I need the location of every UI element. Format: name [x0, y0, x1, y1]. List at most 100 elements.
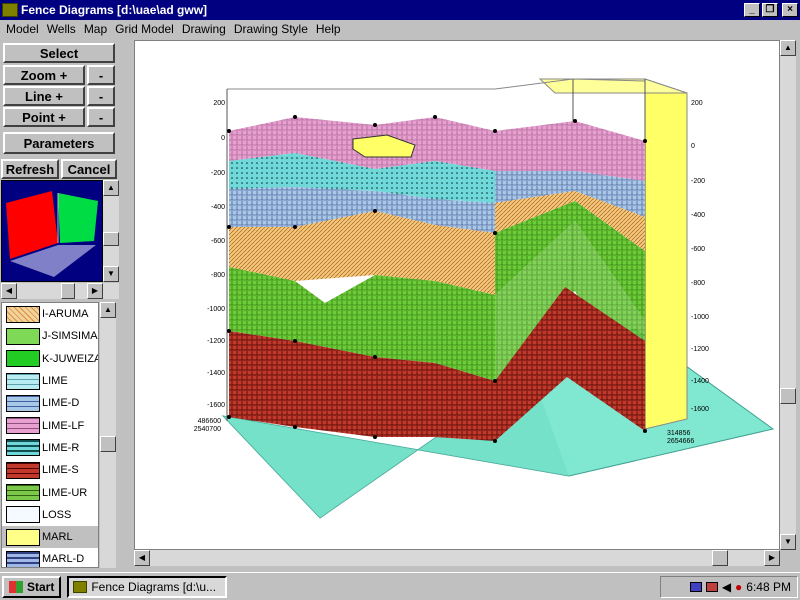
close-button[interactable]: ×: [782, 3, 798, 17]
scroll-thumb[interactable]: [100, 436, 116, 452]
right-depth-label: -400: [691, 212, 705, 219]
left-depth-label: 200: [213, 100, 225, 107]
taskbar: Start Fence Diagrams [d:\u... ◀ ● 6:48 P…: [0, 572, 800, 600]
scroll-up-icon[interactable]: ▲: [780, 40, 796, 56]
swatch-icon: [6, 439, 40, 457]
canvas-vertical-scrollbar[interactable]: ▲ ▼: [780, 40, 796, 550]
line-plus-button[interactable]: Line +: [3, 86, 85, 106]
scroll-right-icon[interactable]: ▶: [87, 283, 103, 299]
menu-drawing[interactable]: Drawing: [182, 22, 226, 36]
menu-wells[interactable]: Wells: [47, 22, 76, 36]
left-depth-label: -400: [211, 204, 225, 211]
preview-vertical-scrollbar[interactable]: ▲ ▼: [103, 180, 119, 282]
left-depth-label: -600: [211, 238, 225, 245]
corner-coordinate-right: 2654666: [667, 438, 694, 445]
network-icon[interactable]: [705, 582, 718, 592]
zoom-minus-button[interactable]: -: [87, 65, 115, 85]
corner-coordinate-left: 2540700: [194, 426, 221, 433]
system-tray: ◀ ● 6:48 PM: [660, 576, 798, 598]
app-icon: [73, 580, 88, 593]
point-minus-button[interactable]: -: [87, 107, 115, 127]
preview-horizontal-scrollbar[interactable]: ◀ ▶: [1, 283, 119, 299]
fence-diagram: 200 0 -200 -400 -600 -800 -1000 -1200 -1…: [194, 78, 775, 519]
swatch-icon: [6, 327, 40, 345]
swatch-icon: [6, 372, 40, 390]
scroll-left-icon[interactable]: ◀: [134, 550, 150, 566]
taskbar-task-fence-diagrams[interactable]: Fence Diagrams [d:\u...: [67, 575, 228, 598]
scroll-left-icon[interactable]: ◀: [1, 283, 17, 299]
clock[interactable]: 6:48 PM: [746, 580, 791, 594]
legend-item[interactable]: LOSS: [2, 504, 98, 526]
right-depth-label: -1000: [691, 314, 709, 321]
legend-item[interactable]: LIME: [2, 370, 98, 392]
legend-item-selected[interactable]: MARL: [2, 525, 98, 549]
canvas-horizontal-scrollbar[interactable]: ◀ ▶: [134, 550, 780, 566]
line-minus-button[interactable]: -: [87, 86, 115, 106]
scroll-thumb[interactable]: [61, 283, 75, 299]
legend-item[interactable]: MARL-D: [2, 548, 98, 567]
left-depth-label: -1000: [207, 306, 225, 313]
right-depth-label: -1200: [691, 346, 709, 353]
title-bar: Fence Diagrams [d:\uae\ad gww] _ ❐ ×: [0, 0, 800, 20]
scroll-down-icon[interactable]: ▼: [103, 266, 119, 282]
legend-item[interactable]: J-SIMSIMA: [2, 325, 98, 347]
legend-item[interactable]: K-JUWEIZA: [2, 348, 98, 370]
legend-item[interactable]: LIME-S: [2, 459, 98, 481]
swatch-icon: [6, 461, 40, 479]
scroll-thumb[interactable]: [103, 232, 119, 246]
scroll-down-icon[interactable]: ▼: [780, 534, 796, 550]
scroll-right-icon[interactable]: ▶: [764, 550, 780, 566]
legend-item[interactable]: LIME-LF: [2, 414, 98, 436]
app-icon[interactable]: [2, 3, 18, 17]
cancel-button[interactable]: Cancel: [61, 159, 117, 179]
left-depth-label: 0: [221, 135, 225, 142]
select-button[interactable]: Select: [3, 43, 115, 63]
left-depth-label: -1600: [207, 402, 225, 409]
volume-icon[interactable]: ◀: [722, 580, 731, 594]
menu-bar: Model Wells Map Grid Model Drawing Drawi…: [0, 20, 800, 38]
menu-model[interactable]: Model: [6, 22, 39, 36]
point-plus-button[interactable]: Point +: [3, 107, 85, 127]
parameters-button[interactable]: Parameters: [3, 132, 115, 154]
legend-item[interactable]: LIME-D: [2, 392, 98, 414]
start-button[interactable]: Start: [2, 575, 62, 598]
right-depth-label: -1400: [691, 378, 709, 385]
refresh-button[interactable]: Refresh: [1, 159, 59, 179]
scroll-thumb[interactable]: [712, 550, 728, 566]
right-depth-label: -600: [691, 246, 705, 253]
swatch-icon: [6, 506, 40, 524]
zoom-plus-button[interactable]: Zoom +: [3, 65, 85, 85]
scroll-up-icon[interactable]: ▲: [100, 302, 116, 318]
window-title: Fence Diagrams [d:\uae\ad gww]: [21, 3, 208, 17]
monitor-icon[interactable]: [689, 582, 702, 592]
corner-coordinate-right: 314856: [667, 430, 690, 437]
left-depth-label: -800: [211, 272, 225, 279]
legend-item[interactable]: LIME-R: [2, 437, 98, 459]
menu-grid-model[interactable]: Grid Model: [115, 22, 174, 36]
left-depth-label: -1400: [207, 370, 225, 377]
rotation-cube-icon: [6, 191, 98, 277]
legend-item[interactable]: I-ARUMA: [2, 303, 98, 325]
corner-coordinate-left: 486600: [198, 418, 221, 425]
restore-button[interactable]: ❐: [762, 3, 778, 17]
fence-diagram-canvas[interactable]: 200 0 -200 -400 -600 -800 -1000 -1200 -1…: [134, 40, 780, 550]
swatch-icon: [6, 528, 40, 546]
swatch-icon: [6, 550, 40, 567]
lithology-legend: I-ARUMA J-SIMSIMA K-JUWEIZA LIME LIME-D …: [1, 302, 99, 568]
alert-icon[interactable]: ●: [735, 580, 742, 594]
scroll-thumb[interactable]: [780, 388, 796, 404]
menu-help[interactable]: Help: [316, 22, 341, 36]
swatch-icon: [6, 417, 40, 435]
swatch-icon: [6, 394, 40, 412]
left-depth-label: -1200: [207, 338, 225, 345]
right-depth-label: -1600: [691, 406, 709, 413]
menu-map[interactable]: Map: [84, 22, 107, 36]
view-preview[interactable]: [1, 180, 103, 282]
minimize-button[interactable]: _: [744, 3, 760, 17]
menu-drawing-style[interactable]: Drawing Style: [234, 22, 308, 36]
right-depth-label: 0: [691, 143, 695, 150]
legend-scrollbar[interactable]: ▲: [100, 302, 116, 568]
legend-item[interactable]: LIME-UR: [2, 481, 98, 503]
scroll-up-icon[interactable]: ▲: [103, 180, 119, 196]
left-depth-label: -200: [211, 170, 225, 177]
